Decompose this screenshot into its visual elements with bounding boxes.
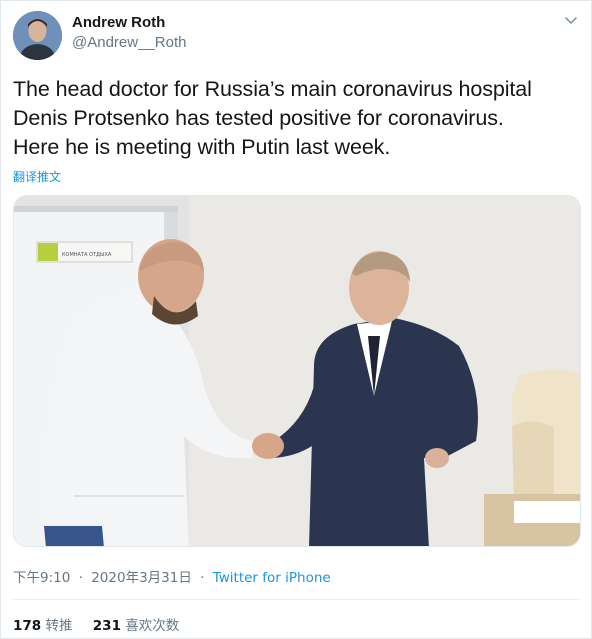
likes-label: 喜欢次数 — [125, 618, 180, 634]
translate-tweet-link[interactable]: 翻译推文 — [13, 168, 61, 185]
photo-handshake: КОМНАТА ОТДЫХА — [14, 196, 580, 546]
tweet-card: Andrew Roth @Andrew__Roth The head docto… — [0, 0, 592, 639]
sign-text: КОМНАТА ОТДЫХА — [62, 252, 112, 258]
retweets-stat[interactable]: 178 转推 — [13, 618, 77, 634]
tweet-text-line: Here he is meeting with Putin last week. — [13, 135, 391, 159]
tweet-text: The head doctor for Russia’s main corona… — [13, 75, 583, 162]
chevron-down-icon[interactable] — [561, 13, 581, 29]
author-handle[interactable]: @Andrew__Roth — [72, 34, 186, 51]
author-name[interactable]: Andrew Roth — [72, 14, 165, 31]
divider — [13, 599, 579, 600]
meta-separator: · — [200, 570, 205, 586]
tweet-meta: 下午9:10 · 2020年3月31日 · Twitter for iPhone — [13, 566, 331, 586]
likes-count: 231 — [92, 618, 121, 634]
retweets-count: 178 — [13, 618, 42, 634]
tweet-text-line: Denis Protsenko has tested positive for … — [13, 106, 504, 130]
tweet-photo[interactable]: КОМНАТА ОТДЫХА — [13, 195, 581, 547]
likes-stat[interactable]: 231 喜欢次数 — [93, 618, 179, 634]
tweet-stats: 178 转推 231 喜欢次数 — [13, 614, 195, 634]
retweets-label: 转推 — [45, 618, 73, 634]
tweet-date[interactable]: 2020年3月31日 — [91, 570, 192, 586]
avatar-image — [13, 11, 62, 60]
tweet-time[interactable]: 下午9:10 — [13, 570, 70, 586]
avatar[interactable] — [13, 11, 62, 60]
tweet-text-line: The head doctor for Russia’s main corona… — [13, 77, 532, 101]
meta-separator: · — [78, 570, 83, 586]
tweet-source-link[interactable]: Twitter for iPhone — [213, 570, 331, 586]
